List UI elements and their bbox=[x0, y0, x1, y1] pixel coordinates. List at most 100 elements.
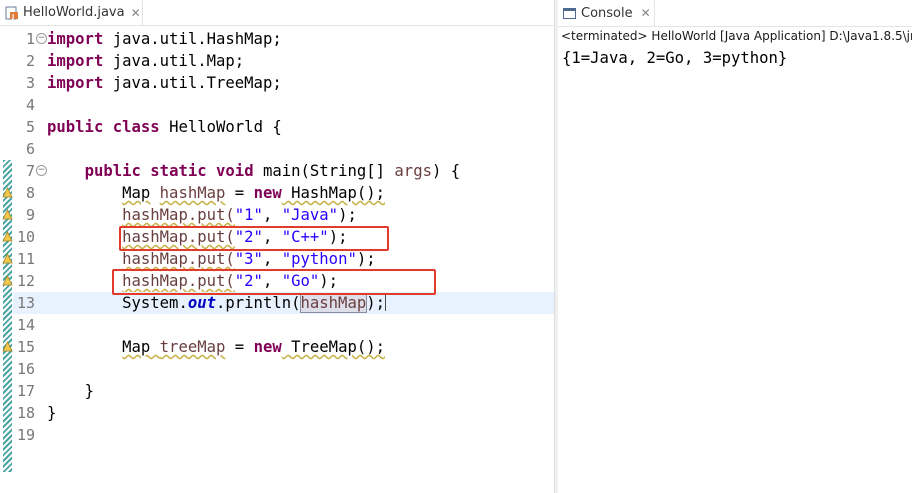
line-number: 2 bbox=[25, 52, 35, 70]
warning-marker-icon bbox=[2, 209, 13, 220]
line-number: 11 bbox=[16, 250, 35, 268]
code-line[interactable]: 11 hashMap.put("3", "python"); bbox=[13, 248, 554, 270]
code-line[interactable]: 17 } bbox=[13, 380, 554, 402]
tab-helloworld-java[interactable]: J HelloWorld.java ✕ bbox=[0, 0, 143, 25]
code-text: ); bbox=[338, 206, 357, 224]
console-tab-bar: Console ✕ bbox=[558, 0, 912, 27]
warning-marker-icon bbox=[2, 275, 13, 286]
line-number: 6 bbox=[25, 140, 35, 158]
close-icon[interactable]: ✕ bbox=[641, 6, 651, 20]
parameter: args bbox=[394, 162, 432, 180]
code-text: , bbox=[262, 206, 282, 224]
line-number: 19 bbox=[16, 426, 35, 444]
code-text: ); bbox=[366, 294, 385, 312]
warning-marker-icon bbox=[2, 231, 13, 242]
annotation-box-line-12 bbox=[112, 269, 436, 295]
line-number: 10 bbox=[16, 228, 35, 246]
java-file-icon: J bbox=[5, 6, 19, 20]
string-literal: "1" bbox=[234, 206, 263, 224]
code-line[interactable]: 14 bbox=[13, 314, 554, 336]
code-line[interactable]: 7 − public static void main(String[] arg… bbox=[13, 160, 554, 182]
code-line[interactable]: 16 bbox=[13, 358, 554, 380]
keyword: void bbox=[216, 162, 254, 180]
code-text: TreeMap(); bbox=[281, 338, 386, 356]
method-call: hashMap.put( bbox=[122, 250, 235, 268]
keyword: import bbox=[47, 30, 104, 48]
string-literal: "Java" bbox=[281, 206, 339, 224]
code-text: = bbox=[225, 184, 254, 202]
line-number: 1 bbox=[25, 30, 35, 48]
raw-type-warning: Map bbox=[122, 184, 151, 202]
keyword: import bbox=[47, 74, 104, 92]
static-field: out bbox=[187, 294, 216, 312]
code-line[interactable]: 9 hashMap.put("1", "Java"); bbox=[13, 204, 554, 226]
console-view[interactable]: Console ✕ <terminated> HelloWorld [Java … bbox=[558, 0, 912, 493]
editor-tab-bar: J HelloWorld.java ✕ bbox=[0, 0, 554, 26]
code-line[interactable]: 4 bbox=[13, 94, 554, 116]
code-text: java.util.Map; bbox=[103, 52, 245, 70]
code-text: , bbox=[262, 250, 282, 268]
svg-text:J: J bbox=[11, 13, 14, 20]
code-text: .println( bbox=[216, 294, 301, 312]
line-number: 12 bbox=[16, 272, 35, 290]
warning-marker-icon bbox=[2, 187, 13, 198]
line-number: 9 bbox=[25, 206, 35, 224]
local-variable: treeMap bbox=[159, 338, 226, 356]
editor-tab-label: HelloWorld.java bbox=[23, 5, 125, 20]
keyword: new bbox=[253, 338, 282, 356]
code-text: = bbox=[225, 338, 254, 356]
code-line[interactable]: 1 − import java.util.HashMap; bbox=[13, 28, 554, 50]
console-status-label: <terminated> HelloWorld [Java Applicatio… bbox=[561, 29, 912, 43]
fold-toggle-icon[interactable]: − bbox=[36, 33, 47, 44]
line-number: 16 bbox=[16, 360, 35, 378]
code-line[interactable]: 3 import java.util.TreeMap; bbox=[13, 72, 554, 94]
string-literal: "python" bbox=[281, 250, 357, 268]
text-cursor bbox=[385, 293, 386, 311]
line-number: 3 bbox=[25, 74, 35, 92]
close-icon[interactable]: ✕ bbox=[131, 6, 141, 20]
fold-toggle-icon[interactable]: − bbox=[36, 165, 47, 176]
code-line[interactable]: 18 } bbox=[13, 402, 554, 424]
line-number: 8 bbox=[25, 184, 35, 202]
current-code-line[interactable]: 13 System.out.println(hashMap); bbox=[13, 292, 554, 314]
console-tab-label: Console bbox=[581, 5, 633, 21]
code-text: } bbox=[47, 404, 57, 422]
code-line[interactable]: 6 bbox=[13, 138, 554, 160]
code-line[interactable]: 5 public class HelloWorld { bbox=[13, 116, 554, 138]
code-line[interactable]: 8 Map hashMap = new HashMap(); bbox=[13, 182, 554, 204]
keyword: new bbox=[253, 184, 282, 202]
code-text: HashMap(); bbox=[281, 184, 386, 202]
code-line[interactable]: 15 Map treeMap = new TreeMap(); bbox=[13, 336, 554, 358]
change-marker bbox=[3, 160, 12, 472]
warning-marker-icon bbox=[2, 253, 13, 264]
local-variable: hashMap bbox=[159, 184, 226, 202]
string-literal: "3" bbox=[234, 250, 263, 268]
code-text: java.util.TreeMap; bbox=[103, 74, 282, 92]
keyword: import bbox=[47, 52, 104, 70]
raw-type-warning: Map bbox=[122, 338, 160, 356]
warning-marker-icon bbox=[2, 341, 13, 352]
quick-diff-ruler bbox=[0, 26, 13, 493]
console-output[interactable]: {1=Java, 2=Go, 3=python} bbox=[562, 47, 787, 69]
line-number: 7 bbox=[25, 162, 35, 180]
code-text: ); bbox=[356, 250, 376, 268]
line-number: 18 bbox=[16, 404, 35, 422]
code-line[interactable]: 19 bbox=[13, 424, 554, 446]
code-line[interactable]: 2 import java.util.Map; bbox=[13, 50, 554, 72]
code-text: } bbox=[84, 382, 94, 400]
code-editor[interactable]: J HelloWorld.java ✕ 1 − import java.util… bbox=[0, 0, 554, 493]
line-number: 5 bbox=[25, 118, 35, 136]
keyword: public bbox=[84, 162, 141, 180]
line-number: 17 bbox=[16, 382, 35, 400]
annotation-box-line-10 bbox=[119, 226, 389, 251]
code-text: main(String[] bbox=[253, 162, 395, 180]
highlighted-argument: hashMap bbox=[299, 293, 368, 313]
code-text: HelloWorld { bbox=[159, 118, 282, 136]
tab-console[interactable]: Console ✕ bbox=[558, 0, 655, 26]
method-call: hashMap.put( bbox=[122, 206, 235, 224]
line-number: 14 bbox=[16, 316, 35, 334]
line-number: 4 bbox=[25, 96, 35, 114]
keyword: class bbox=[112, 118, 160, 136]
code-text: java.util.HashMap; bbox=[103, 30, 282, 48]
keyword: static bbox=[150, 162, 207, 180]
